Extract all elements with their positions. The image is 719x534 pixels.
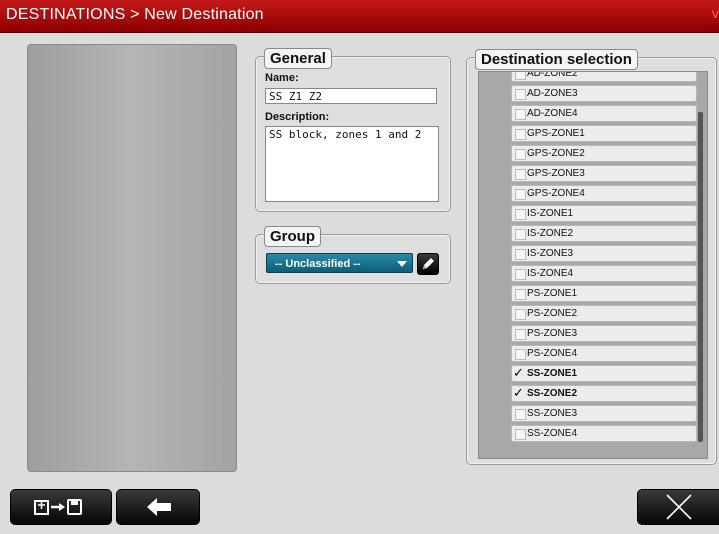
destination-item[interactable]: IS-ZONE1 <box>511 205 697 222</box>
destination-checkbox[interactable] <box>513 385 524 400</box>
destination-label: GPS-ZONE1 <box>527 128 585 139</box>
destination-checkbox[interactable] <box>515 169 526 180</box>
destination-item[interactable]: AD-ZONE2 <box>511 71 697 82</box>
destination-selection-legend: Destination selection <box>475 49 638 70</box>
destination-label: PS-ZONE4 <box>527 348 578 359</box>
destination-item[interactable]: IS-ZONE4 <box>511 265 697 282</box>
destination-item[interactable]: PS-ZONE1 <box>511 285 697 302</box>
destination-checkbox[interactable] <box>515 109 526 120</box>
destination-list-viewport[interactable]: AD-ZONE2 AD-ZONE3 AD-ZONE4 GPS-ZONE1 GPS-ZON… <box>478 71 708 459</box>
destination-label: GPS-ZONE2 <box>527 148 585 159</box>
destination-checkbox[interactable] <box>515 209 526 220</box>
destination-item[interactable]: GPS-ZONE2 <box>511 145 697 162</box>
arrow-left-icon <box>147 498 171 516</box>
destination-item[interactable]: PS-ZONE2 <box>511 305 697 322</box>
destination-label: GPS-ZONE3 <box>527 168 585 179</box>
group-select-value: -- Unclassified -- <box>275 258 361 270</box>
destination-item[interactable]: SS-ZONE1 <box>511 365 697 382</box>
destination-label: SS-ZONE1 <box>527 368 578 379</box>
destination-item[interactable]: PS-ZONE3 <box>511 325 697 342</box>
corner-logo: V <box>711 9 719 21</box>
destination-checkbox[interactable] <box>515 189 526 200</box>
destination-item[interactable]: GPS-ZONE1 <box>511 125 697 142</box>
destination-checkbox[interactable] <box>515 409 526 420</box>
close-button[interactable] <box>637 489 719 525</box>
destination-item[interactable]: SS-ZONE4 <box>511 425 697 442</box>
destination-item[interactable]: IS-ZONE2 <box>511 225 697 242</box>
back-button[interactable] <box>116 489 200 525</box>
destination-item[interactable]: AD-ZONE3 <box>511 85 697 102</box>
pencil-icon <box>423 258 434 269</box>
save-export-button[interactable] <box>10 489 112 525</box>
destination-label: IS-ZONE1 <box>527 208 574 219</box>
name-input[interactable]: SS Z1 Z2 <box>265 88 437 104</box>
description-label: Description: <box>265 111 330 123</box>
destination-item[interactable]: SS-ZONE2 <box>511 385 697 402</box>
destination-checkbox[interactable] <box>515 289 526 300</box>
destination-checkbox[interactable] <box>515 329 526 340</box>
destination-label: IS-ZONE4 <box>527 268 574 279</box>
destination-checkbox[interactable] <box>513 365 524 380</box>
destination-label: PS-ZONE1 <box>527 288 578 299</box>
destination-checkbox[interactable] <box>515 429 526 440</box>
destination-label: AD-ZONE4 <box>527 108 578 119</box>
scrollbar[interactable] <box>698 112 703 442</box>
destination-checkbox[interactable] <box>515 129 526 140</box>
destination-item[interactable]: GPS-ZONE3 <box>511 165 697 182</box>
destination-label: IS-ZONE3 <box>527 248 574 259</box>
destination-label: PS-ZONE3 <box>527 328 578 339</box>
destination-item[interactable]: AD-ZONE4 <box>511 105 697 122</box>
title-bar: DESTINATIONS > New Destination V <box>0 0 719 33</box>
name-label: Name: <box>265 72 299 84</box>
export-to-disk-icon <box>34 499 82 515</box>
destination-item[interactable]: PS-ZONE4 <box>511 345 697 362</box>
group-legend: Group <box>264 226 321 247</box>
edit-group-button[interactable] <box>417 253 439 275</box>
destination-checkbox[interactable] <box>515 269 526 280</box>
destination-checkbox[interactable] <box>515 89 526 100</box>
destination-item[interactable]: SS-ZONE3 <box>511 405 697 422</box>
destination-checkbox[interactable] <box>515 229 526 240</box>
group-groupbox: Group -- Unclassified -- <box>255 226 451 284</box>
destination-label: PS-ZONE2 <box>527 308 578 319</box>
destination-label: SS-ZONE3 <box>527 408 578 419</box>
destination-label: AD-ZONE2 <box>527 71 578 79</box>
destination-label: SS-ZONE2 <box>527 388 578 399</box>
destination-checkbox[interactable] <box>515 149 526 160</box>
general-groupbox: General Name: SS Z1 Z2 Description: SS b… <box>255 48 451 212</box>
preview-panel <box>27 44 237 472</box>
destination-label: GPS-ZONE4 <box>527 188 585 199</box>
destination-label: SS-ZONE4 <box>527 428 578 439</box>
destination-label: AD-ZONE3 <box>527 88 578 99</box>
destination-checkbox[interactable] <box>515 349 526 360</box>
page-title: DESTINATIONS > New Destination <box>6 6 264 23</box>
group-select[interactable]: -- Unclassified -- <box>266 253 413 273</box>
destination-checkbox[interactable] <box>515 309 526 320</box>
description-textarea[interactable]: SS block, zones 1 and 2 <box>265 126 439 202</box>
destination-selection-groupbox: Destination selection AD-ZONE2 AD-ZONE3 AD… <box>466 49 717 465</box>
chevron-down-icon <box>397 261 407 267</box>
destination-label: IS-ZONE2 <box>527 228 574 239</box>
destination-checkbox[interactable] <box>515 72 526 80</box>
destination-list: AD-ZONE2 AD-ZONE3 AD-ZONE4 GPS-ZONE1 GPS-ZON… <box>511 71 697 445</box>
general-legend: General <box>264 48 332 69</box>
destination-item[interactable]: IS-ZONE3 <box>511 245 697 262</box>
destination-checkbox[interactable] <box>515 249 526 260</box>
destination-item[interactable]: GPS-ZONE4 <box>511 185 697 202</box>
close-icon <box>666 494 692 520</box>
